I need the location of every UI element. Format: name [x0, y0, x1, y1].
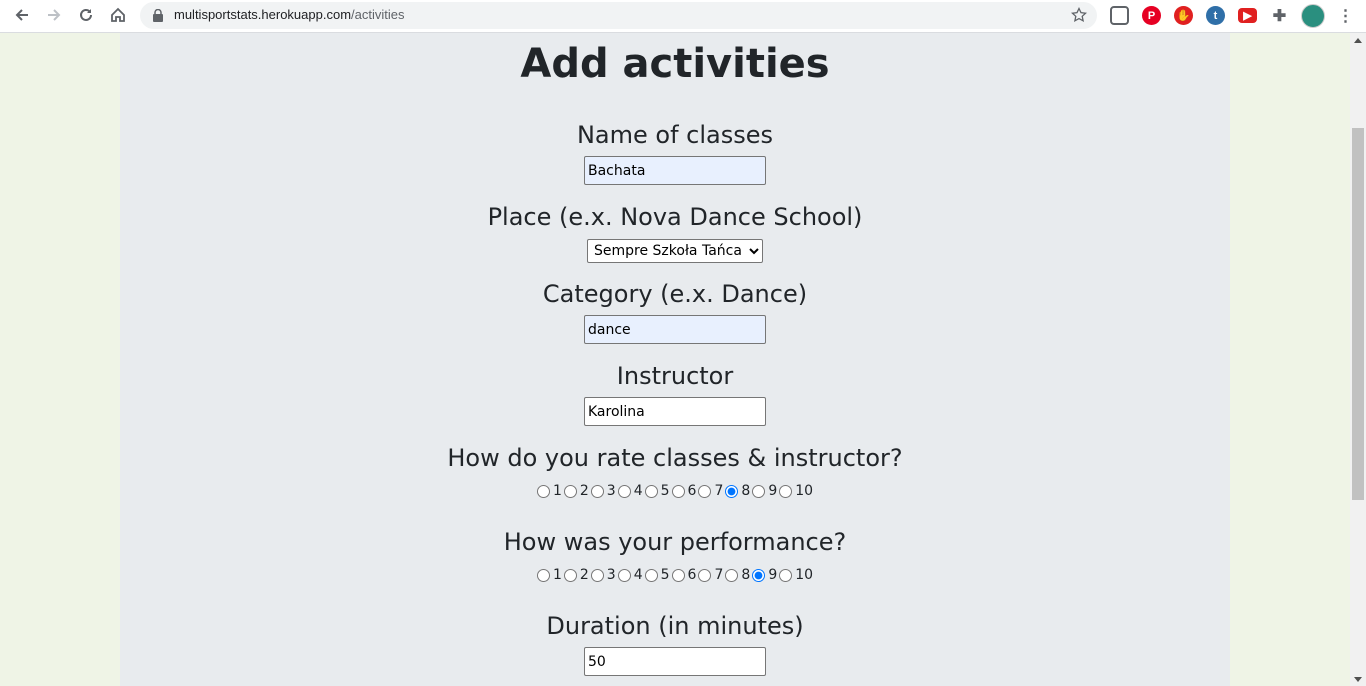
browser-toolbar: multisportstats.herokuapp.com/activities…: [0, 0, 1366, 33]
place-label: Place (e.x. Nova Dance School): [487, 203, 863, 231]
rate-radio-3[interactable]: [590, 484, 604, 498]
category-label: Category (e.x. Dance): [542, 280, 808, 308]
performance-option-label: 8: [741, 567, 751, 583]
performance-option-label: 6: [687, 567, 697, 583]
rate-label: How do you rate classes & instructor?: [447, 444, 903, 472]
reload-icon[interactable]: [71, 0, 101, 30]
performance-option-9[interactable]: 9: [752, 567, 777, 583]
performance-option-4[interactable]: 4: [617, 567, 643, 583]
performance-radio-7[interactable]: [698, 568, 712, 582]
place-select[interactable]: Sempre Szkoła Tańca: [587, 239, 763, 263]
rate-option-3[interactable]: 3: [590, 483, 616, 499]
home-icon[interactable]: [103, 0, 133, 30]
performance-option-5[interactable]: 5: [644, 567, 670, 583]
duration-label: Duration (in minutes): [546, 612, 804, 640]
performance-option-label: 2: [579, 567, 589, 583]
performance-option-label: 1: [552, 567, 562, 583]
performance-label: How was your performance?: [503, 528, 847, 556]
performance-option-8[interactable]: 8: [725, 567, 750, 583]
profile-icon[interactable]: [1301, 4, 1325, 28]
youtube-icon[interactable]: ▶: [1238, 8, 1257, 23]
instructor-label: Instructor: [616, 362, 734, 390]
performance-radio-1[interactable]: [536, 568, 550, 582]
rate-option-6[interactable]: 6: [671, 483, 697, 499]
rate-option-label: 3: [606, 483, 616, 499]
pocket-icon[interactable]: [1110, 6, 1129, 25]
performance-radio-5[interactable]: [644, 568, 658, 582]
performance-radio-8[interactable]: [725, 568, 739, 582]
performance-option-label: 5: [660, 567, 670, 583]
rate-option-label: 8: [741, 483, 751, 499]
scrollbar-thumb[interactable]: [1352, 128, 1364, 500]
bookmark-star-icon[interactable]: [1071, 7, 1087, 23]
t-extension-icon[interactable]: t: [1206, 6, 1225, 25]
rate-radio-4[interactable]: [617, 484, 631, 498]
address-bar[interactable]: multisportstats.herokuapp.com/activities: [140, 2, 1097, 29]
performance-option-2[interactable]: 2: [563, 567, 589, 583]
rate-option-label: 5: [660, 483, 670, 499]
rate-option-label: 2: [579, 483, 589, 499]
performance-option-6[interactable]: 6: [671, 567, 697, 583]
scroll-down-arrow-icon[interactable]: [1354, 677, 1362, 682]
performance-option-7[interactable]: 7: [698, 567, 723, 583]
rate-option-9[interactable]: 9: [752, 483, 777, 499]
scrollbar[interactable]: [1350, 33, 1366, 686]
rate-option-label: 1: [552, 483, 562, 499]
rate-option-2[interactable]: 2: [563, 483, 589, 499]
category-input[interactable]: [584, 315, 766, 344]
forward-icon[interactable]: [39, 0, 69, 30]
performance-option-label: 3: [606, 567, 616, 583]
rate-radio-1[interactable]: [536, 484, 550, 498]
scroll-up-arrow-icon[interactable]: [1354, 38, 1362, 43]
puzzle-icon[interactable]: ✚: [1270, 6, 1289, 25]
page-margin-left: [0, 33, 120, 686]
performance-option-10[interactable]: 10: [779, 567, 813, 583]
performance-option-1[interactable]: 1: [536, 567, 562, 583]
rate-option-10[interactable]: 10: [779, 483, 813, 499]
rate-radio-8[interactable]: [725, 484, 739, 498]
performance-option-label: 7: [714, 567, 724, 583]
instructor-input[interactable]: [584, 397, 766, 426]
performance-radio-3[interactable]: [590, 568, 604, 582]
page-margin-right: [1230, 33, 1350, 686]
rate-option-label: 6: [687, 483, 697, 499]
performance-option-3[interactable]: 3: [590, 567, 616, 583]
rate-option-label: 9: [768, 483, 778, 499]
menu-kebab-icon[interactable]: ⋮: [1336, 6, 1355, 25]
rate-radio-9[interactable]: [752, 484, 766, 498]
performance-radio-9[interactable]: [752, 568, 766, 582]
performance-radio-6[interactable]: [671, 568, 685, 582]
activity-form: Add activities Name of classes Place (e.…: [120, 33, 1230, 686]
page-title: Add activities: [520, 41, 830, 87]
rate-radio-2[interactable]: [563, 484, 577, 498]
adblock-icon[interactable]: ✋: [1174, 6, 1193, 25]
name-input[interactable]: [584, 156, 766, 185]
performance-radio-4[interactable]: [617, 568, 631, 582]
rate-option-label: 7: [714, 483, 724, 499]
url-text: multisportstats.herokuapp.com/activities: [174, 7, 405, 22]
performance-radio-10[interactable]: [779, 568, 793, 582]
pinterest-icon[interactable]: P: [1142, 6, 1161, 25]
rate-option-1[interactable]: 1: [536, 483, 562, 499]
rate-radio-5[interactable]: [644, 484, 658, 498]
performance-option-label: 4: [633, 567, 643, 583]
rate-option-4[interactable]: 4: [617, 483, 643, 499]
rate-radio-10[interactable]: [779, 484, 793, 498]
performance-radio-2[interactable]: [563, 568, 577, 582]
rate-option-7[interactable]: 7: [698, 483, 723, 499]
rate-option-5[interactable]: 5: [644, 483, 670, 499]
rate-option-8[interactable]: 8: [725, 483, 750, 499]
lock-icon: [153, 9, 163, 22]
back-icon[interactable]: [7, 0, 37, 30]
duration-input[interactable]: [584, 647, 766, 676]
performance-radio-group: 1 2 3 4 5 6 7 8 9 10: [120, 567, 1230, 583]
rate-radio-6[interactable]: [671, 484, 685, 498]
performance-option-label: 10: [795, 567, 814, 583]
name-label: Name of classes: [576, 121, 774, 149]
rate-option-label: 4: [633, 483, 643, 499]
rate-option-label: 10: [795, 483, 814, 499]
rate-radio-7[interactable]: [698, 484, 712, 498]
rate-radio-group: 1 2 3 4 5 6 7 8 9 10: [120, 483, 1230, 499]
performance-option-label: 9: [768, 567, 778, 583]
